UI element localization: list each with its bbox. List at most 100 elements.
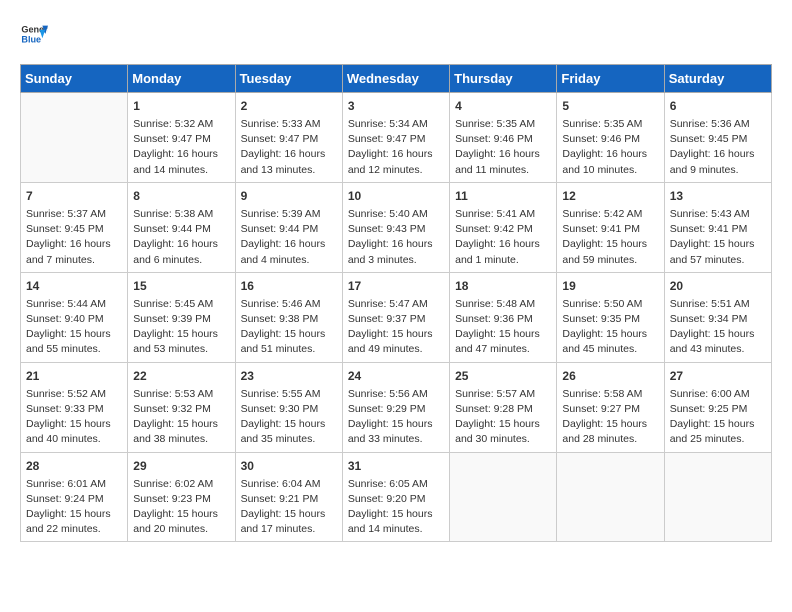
- calendar-cell: 8 Sunrise: 5:38 AM Sunset: 9:44 PM Daylig…: [128, 182, 235, 272]
- day-info: Sunrise: 5:35 AM Sunset: 9:46 PM Dayligh…: [562, 117, 658, 178]
- calendar-week-row: 1 Sunrise: 5:32 AM Sunset: 9:47 PM Daylig…: [21, 93, 772, 183]
- calendar-cell: 10Sunrise: 5:40 AM Sunset: 9:43 PM Dayli…: [342, 182, 449, 272]
- svg-text:Blue: Blue: [21, 34, 41, 44]
- day-number: 19: [562, 277, 658, 295]
- day-info: Sunrise: 5:36 AM Sunset: 9:45 PM Dayligh…: [670, 117, 766, 178]
- header-day-wednesday: Wednesday: [342, 65, 449, 93]
- day-info: Sunrise: 5:56 AM Sunset: 9:29 PM Dayligh…: [348, 387, 444, 448]
- day-number: 16: [241, 277, 337, 295]
- calendar-cell: 1 Sunrise: 5:32 AM Sunset: 9:47 PM Daylig…: [128, 93, 235, 183]
- day-info: Sunrise: 5:58 AM Sunset: 9:27 PM Dayligh…: [562, 387, 658, 448]
- day-info: Sunrise: 5:53 AM Sunset: 9:32 PM Dayligh…: [133, 387, 229, 448]
- calendar-cell: 4 Sunrise: 5:35 AM Sunset: 9:46 PM Daylig…: [450, 93, 557, 183]
- calendar-cell: 26 Sunrise: 5:58 AM Sunset: 9:27 PM Dayli…: [557, 362, 664, 452]
- calendar-cell: 21 Sunrise: 5:52 AM Sunset: 9:33 PM Dayli…: [21, 362, 128, 452]
- calendar-cell: 15 Sunrise: 5:45 AM Sunset: 9:39 PM Dayli…: [128, 272, 235, 362]
- header-day-thursday: Thursday: [450, 65, 557, 93]
- logo-icon: General Blue: [20, 20, 48, 48]
- day-number: 29: [133, 457, 229, 475]
- calendar-cell: [450, 452, 557, 542]
- calendar-week-row: 28Sunrise: 6:01 AM Sunset: 9:24 PM Dayli…: [21, 452, 772, 542]
- calendar-cell: 6 Sunrise: 5:36 AM Sunset: 9:45 PM Daylig…: [664, 93, 771, 183]
- day-number: 2: [241, 97, 337, 115]
- header-day-saturday: Saturday: [664, 65, 771, 93]
- calendar-cell: 29 Sunrise: 6:02 AM Sunset: 9:23 PM Dayli…: [128, 452, 235, 542]
- day-number: 15: [133, 277, 229, 295]
- day-info: Sunrise: 5:47 AM Sunset: 9:37 PM Dayligh…: [348, 297, 444, 358]
- day-info: Sunrise: 5:34 AM Sunset: 9:47 PM Dayligh…: [348, 117, 444, 178]
- header-day-friday: Friday: [557, 65, 664, 93]
- day-info: Sunrise: 5:44 AM Sunset: 9:40 PM Dayligh…: [26, 297, 122, 358]
- calendar-cell: 5 Sunrise: 5:35 AM Sunset: 9:46 PM Daylig…: [557, 93, 664, 183]
- calendar-cell: 2 Sunrise: 5:33 AM Sunset: 9:47 PM Daylig…: [235, 93, 342, 183]
- day-number: 6: [670, 97, 766, 115]
- day-number: 11: [455, 187, 551, 205]
- calendar-cell: 13 Sunrise: 5:43 AM Sunset: 9:41 PM Dayli…: [664, 182, 771, 272]
- day-info: Sunrise: 5:38 AM Sunset: 9:44 PM Dayligh…: [133, 207, 229, 268]
- calendar-cell: 12 Sunrise: 5:42 AM Sunset: 9:41 PM Dayli…: [557, 182, 664, 272]
- calendar-cell: 27 Sunrise: 6:00 AM Sunset: 9:25 PM Dayli…: [664, 362, 771, 452]
- day-info: Sunrise: 6:05 AM Sunset: 9:20 PM Dayligh…: [348, 477, 444, 538]
- page-header: General Blue: [20, 20, 772, 48]
- day-info: Sunrise: 6:02 AM Sunset: 9:23 PM Dayligh…: [133, 477, 229, 538]
- day-info: Sunrise: 6:00 AM Sunset: 9:25 PM Dayligh…: [670, 387, 766, 448]
- calendar-cell: [557, 452, 664, 542]
- day-info: Sunrise: 5:46 AM Sunset: 9:38 PM Dayligh…: [241, 297, 337, 358]
- calendar-cell: 16 Sunrise: 5:46 AM Sunset: 9:38 PM Dayli…: [235, 272, 342, 362]
- calendar-cell: 31 Sunrise: 6:05 AM Sunset: 9:20 PM Dayli…: [342, 452, 449, 542]
- day-info: Sunrise: 5:42 AM Sunset: 9:41 PM Dayligh…: [562, 207, 658, 268]
- day-number: 23: [241, 367, 337, 385]
- day-number: 27: [670, 367, 766, 385]
- day-number: 30: [241, 457, 337, 475]
- calendar-cell: 19 Sunrise: 5:50 AM Sunset: 9:35 PM Dayli…: [557, 272, 664, 362]
- day-info: Sunrise: 5:35 AM Sunset: 9:46 PM Dayligh…: [455, 117, 551, 178]
- day-info: Sunrise: 5:32 AM Sunset: 9:47 PM Dayligh…: [133, 117, 229, 178]
- day-info: Sunrise: 5:37 AM Sunset: 9:45 PM Dayligh…: [26, 207, 122, 268]
- calendar-cell: 14 Sunrise: 5:44 AM Sunset: 9:40 PM Dayli…: [21, 272, 128, 362]
- calendar-cell: 22 Sunrise: 5:53 AM Sunset: 9:32 PM Dayli…: [128, 362, 235, 452]
- calendar-week-row: 21 Sunrise: 5:52 AM Sunset: 9:33 PM Dayli…: [21, 362, 772, 452]
- day-info: Sunrise: 5:33 AM Sunset: 9:47 PM Dayligh…: [241, 117, 337, 178]
- calendar-cell: [664, 452, 771, 542]
- day-number: 31: [348, 457, 444, 475]
- day-number: 1: [133, 97, 229, 115]
- day-number: 22: [133, 367, 229, 385]
- header-day-tuesday: Tuesday: [235, 65, 342, 93]
- day-info: Sunrise: 5:57 AM Sunset: 9:28 PM Dayligh…: [455, 387, 551, 448]
- day-number: 7: [26, 187, 122, 205]
- calendar-cell: 18Sunrise: 5:48 AM Sunset: 9:36 PM Dayli…: [450, 272, 557, 362]
- day-number: 14: [26, 277, 122, 295]
- calendar-table: SundayMondayTuesdayWednesdayThursdayFrid…: [20, 64, 772, 542]
- day-info: Sunrise: 5:39 AM Sunset: 9:44 PM Dayligh…: [241, 207, 337, 268]
- calendar-header: SundayMondayTuesdayWednesdayThursdayFrid…: [21, 65, 772, 93]
- day-info: Sunrise: 5:52 AM Sunset: 9:33 PM Dayligh…: [26, 387, 122, 448]
- calendar-body: 1 Sunrise: 5:32 AM Sunset: 9:47 PM Daylig…: [21, 93, 772, 542]
- logo: General Blue: [20, 20, 48, 48]
- day-info: Sunrise: 5:55 AM Sunset: 9:30 PM Dayligh…: [241, 387, 337, 448]
- day-number: 10: [348, 187, 444, 205]
- day-number: 9: [241, 187, 337, 205]
- day-number: 13: [670, 187, 766, 205]
- calendar-cell: 30Sunrise: 6:04 AM Sunset: 9:21 PM Dayli…: [235, 452, 342, 542]
- day-number: 24: [348, 367, 444, 385]
- day-number: 8: [133, 187, 229, 205]
- day-info: Sunrise: 5:50 AM Sunset: 9:35 PM Dayligh…: [562, 297, 658, 358]
- calendar-cell: 9 Sunrise: 5:39 AM Sunset: 9:44 PM Daylig…: [235, 182, 342, 272]
- day-info: Sunrise: 5:51 AM Sunset: 9:34 PM Dayligh…: [670, 297, 766, 358]
- day-info: Sunrise: 6:01 AM Sunset: 9:24 PM Dayligh…: [26, 477, 122, 538]
- day-number: 21: [26, 367, 122, 385]
- day-number: 12: [562, 187, 658, 205]
- header-day-sunday: Sunday: [21, 65, 128, 93]
- day-number: 4: [455, 97, 551, 115]
- calendar-cell: 25Sunrise: 5:57 AM Sunset: 9:28 PM Dayli…: [450, 362, 557, 452]
- day-info: Sunrise: 5:41 AM Sunset: 9:42 PM Dayligh…: [455, 207, 551, 268]
- day-number: 5: [562, 97, 658, 115]
- day-info: Sunrise: 5:45 AM Sunset: 9:39 PM Dayligh…: [133, 297, 229, 358]
- calendar-cell: 3 Sunrise: 5:34 AM Sunset: 9:47 PM Daylig…: [342, 93, 449, 183]
- day-number: 26: [562, 367, 658, 385]
- calendar-week-row: 14 Sunrise: 5:44 AM Sunset: 9:40 PM Dayli…: [21, 272, 772, 362]
- day-number: 3: [348, 97, 444, 115]
- calendar-cell: 17Sunrise: 5:47 AM Sunset: 9:37 PM Dayli…: [342, 272, 449, 362]
- day-info: Sunrise: 5:43 AM Sunset: 9:41 PM Dayligh…: [670, 207, 766, 268]
- calendar-week-row: 7 Sunrise: 5:37 AM Sunset: 9:45 PM Daylig…: [21, 182, 772, 272]
